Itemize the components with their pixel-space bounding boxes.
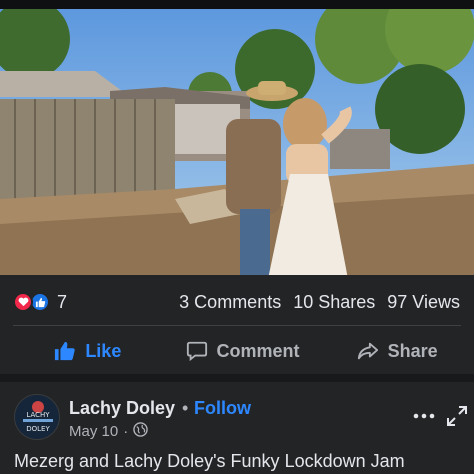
globe-icon	[133, 422, 148, 441]
expand-icon[interactable]	[446, 405, 468, 427]
shares-count[interactable]: 10 Shares	[293, 292, 375, 313]
post-header: LACHY DOLEY Lachy Doley • Follow May 10 …	[0, 382, 474, 442]
action-bar: Like Comment Share	[0, 330, 474, 372]
like-icon	[30, 292, 50, 312]
section-separator	[0, 374, 474, 382]
author-name[interactable]: Lachy Doley	[69, 398, 175, 419]
follow-button[interactable]: Follow	[194, 398, 251, 419]
views-count: 97 Views	[387, 292, 460, 312]
more-options-icon[interactable]	[412, 408, 436, 419]
comment-button[interactable]: Comment	[165, 330, 320, 372]
name-separator: •	[182, 398, 189, 418]
comments-count[interactable]: 3 Comments	[179, 292, 281, 313]
post-date[interactable]: May 10	[69, 423, 118, 440]
post-stats: 7 3 Comments 10 Shares 97 Views	[0, 283, 474, 321]
date-separator: ·	[123, 423, 129, 440]
video-frame	[0, 9, 474, 275]
avatar[interactable]: LACHY DOLEY	[14, 394, 60, 440]
post-title: Mezerg and Lachy Doley's Funky Lockdown …	[14, 451, 405, 471]
post-meta: May 10 ·	[69, 422, 148, 441]
like-button[interactable]: Like	[0, 330, 165, 372]
divider	[13, 325, 461, 326]
share-label: Share	[387, 340, 438, 361]
reactions-summary[interactable]: 7	[13, 292, 67, 312]
share-arrow-icon	[356, 339, 380, 363]
comment-label: Comment	[216, 340, 300, 361]
reaction-count: 7	[57, 291, 68, 312]
like-label: Like	[85, 340, 122, 361]
video-player[interactable]	[0, 9, 474, 275]
love-icon	[13, 292, 33, 312]
comment-icon	[185, 339, 209, 363]
avatar-text-line1: LACHY	[26, 411, 50, 419]
avatar-text-line2: DOLEY	[26, 425, 50, 433]
thumbs-up-icon	[53, 339, 77, 363]
share-button[interactable]: Share	[319, 330, 474, 372]
top-bar	[0, 0, 474, 9]
